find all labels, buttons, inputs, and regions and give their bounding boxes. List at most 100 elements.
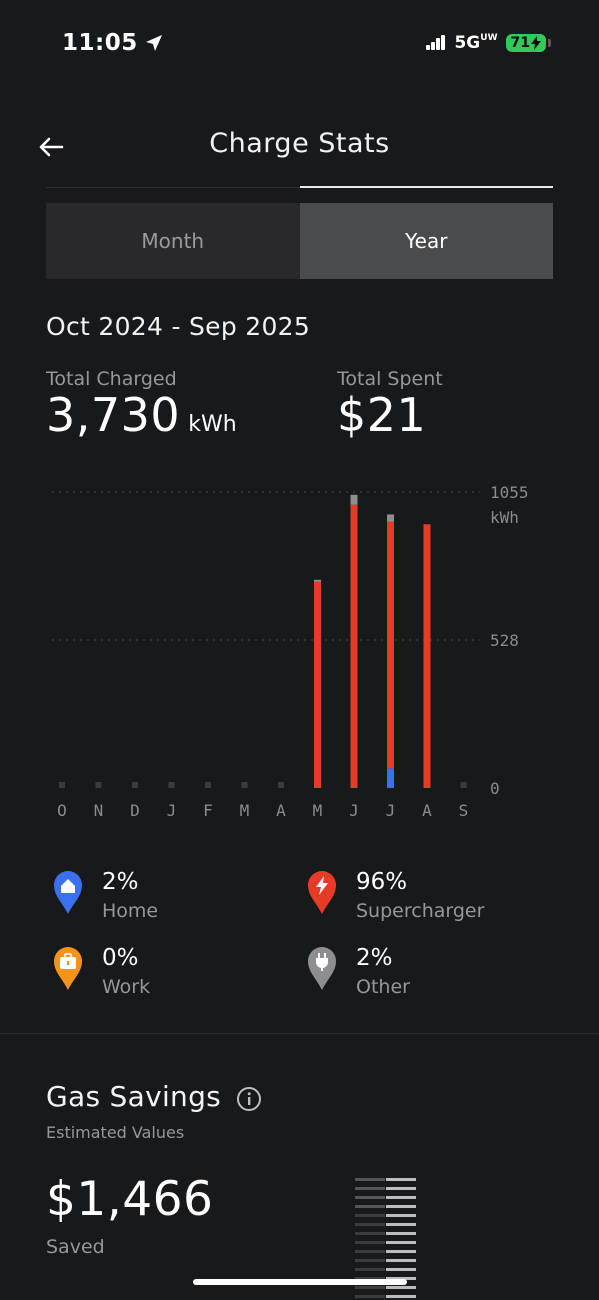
legend-other-pct: 2%: [356, 945, 393, 971]
status-time: 11:05: [62, 30, 164, 56]
bar-empty-marker: [59, 782, 65, 788]
legend-other-name: Other: [356, 976, 410, 998]
status-time-text: 11:05: [62, 30, 138, 56]
bar-segment: [423, 524, 431, 788]
legend-supercharger-name: Supercharger: [356, 900, 485, 922]
battery-tip: [548, 39, 551, 47]
x-tick-label: S: [459, 801, 469, 820]
legend-work-text: 0% Work: [102, 944, 150, 1002]
stack-line-left: [355, 1223, 385, 1226]
x-tick-label: J: [167, 801, 177, 820]
bar-segment: [387, 514, 394, 522]
total-spent: Total Spent $21: [337, 368, 443, 442]
y-tick-label: 1055: [490, 483, 529, 502]
bar-segment: [350, 504, 358, 788]
stack-line-right: [386, 1241, 416, 1244]
network-label: 5GUW: [454, 33, 497, 53]
stack-line-left: [355, 1241, 385, 1244]
x-tick-label: M: [240, 801, 250, 820]
bar-segment: [387, 521, 394, 769]
stack-line-right: [386, 1286, 416, 1289]
stack-line-right: [386, 1214, 416, 1217]
home-icon: [54, 871, 82, 914]
legend-work-name: Work: [102, 976, 151, 998]
x-tick-label: N: [94, 801, 104, 820]
network-sup: UW: [480, 33, 498, 43]
y-tick-label: 528: [490, 631, 519, 650]
bar-empty-marker: [241, 782, 248, 788]
info-icon[interactable]: [236, 1086, 262, 1112]
bar-empty-marker: [168, 782, 175, 788]
stack-line-right: [386, 1232, 416, 1235]
x-tick-label: O: [57, 801, 67, 820]
x-tick-label: A: [422, 801, 432, 820]
stack-line-right: [386, 1187, 416, 1190]
legend-supercharger: 96% Supercharger: [306, 868, 484, 926]
bar-segment: [387, 768, 394, 788]
legend-home: 2% Home: [52, 868, 158, 926]
bar-segment: [314, 579, 321, 582]
bar-segment: [350, 494, 358, 505]
stack-line-right: [386, 1196, 416, 1199]
stack-line-right: [386, 1223, 416, 1226]
legend-supercharger-pct: 96%: [356, 869, 408, 895]
stack-line-right: [386, 1178, 416, 1181]
x-tick-label: D: [130, 801, 140, 820]
briefcase-icon: [54, 947, 82, 990]
location-arrow-icon: [145, 35, 162, 51]
legend-other: 2% Other: [306, 944, 410, 1002]
charging-bolt-icon: [531, 36, 541, 50]
total-charged-label: Total Charged: [46, 368, 177, 390]
y-tick-label: 0: [490, 779, 500, 798]
battery-indicator: 71: [505, 34, 546, 52]
tab-month[interactable]: Month: [46, 203, 300, 279]
stack-line-left: [355, 1178, 385, 1181]
home-indicator[interactable]: [193, 1279, 407, 1285]
gas-savings-subtitle: Estimated Values: [46, 1123, 185, 1142]
bar-empty-marker: [205, 782, 211, 788]
lightning-icon: [308, 871, 336, 914]
charge-bar-chart: 1055 528 0 kWh O N D J F M A M J J A S: [52, 483, 529, 820]
tab-year[interactable]: Year: [299, 203, 553, 279]
signal-icon: [426, 35, 446, 50]
legend-work-pct: 0%: [102, 945, 139, 971]
stack-line-left: [355, 1286, 385, 1289]
stack-line-right: [386, 1295, 416, 1298]
period-range: Oct 2024 - Sep 2025: [46, 312, 311, 341]
battery-level: 71: [510, 35, 530, 51]
gas-savings-title: Gas Savings: [46, 1080, 222, 1113]
legend-home-name: Home: [102, 900, 159, 922]
x-tick-label: A: [276, 801, 286, 820]
bar-empty-marker: [132, 782, 138, 788]
gas-savings-label: Saved: [46, 1236, 105, 1258]
x-tick-label: M: [313, 801, 323, 820]
bar-empty-marker: [278, 782, 284, 788]
plug-icon: [308, 947, 336, 990]
legend-home-pct: 2%: [102, 869, 139, 895]
bar-empty-marker: [95, 782, 102, 788]
bar-segment: [314, 581, 321, 788]
total-spent-label: Total Spent: [337, 368, 443, 390]
stack-line-right: [386, 1250, 416, 1253]
stack-line-left: [355, 1268, 385, 1271]
x-tick-label: F: [203, 801, 213, 820]
y-unit-label: kWh: [490, 508, 519, 527]
stack-line-left: [355, 1196, 385, 1199]
x-tick-label: J: [386, 801, 396, 820]
stack-line-left: [355, 1250, 385, 1253]
stack-line-right: [386, 1268, 416, 1271]
bar-empty-marker: [460, 782, 467, 788]
stack-line-left: [355, 1214, 385, 1217]
stack-line-left: [355, 1187, 385, 1190]
info-circle-icon: [237, 1087, 261, 1111]
total-charged-figure: 3,730 kWh: [46, 388, 237, 442]
stack-line-right: [386, 1205, 416, 1208]
total-charged-unit: kWh: [188, 412, 237, 437]
tab-underline-active: [300, 186, 553, 188]
legend-home-text: 2% Home: [102, 868, 158, 926]
status-indicators: 5GUW 71: [426, 33, 551, 53]
stack-line-left: [355, 1232, 385, 1235]
total-charged-value: 3,730: [46, 388, 181, 442]
stack-line-left: [355, 1295, 385, 1298]
stack-line-right: [386, 1259, 416, 1262]
